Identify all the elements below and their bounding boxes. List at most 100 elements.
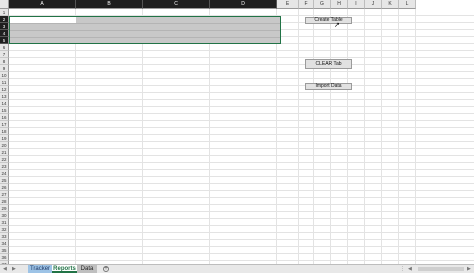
gridline-horizontal [9, 113, 474, 114]
selected-row-divider [10, 37, 280, 38]
gridline-horizontal [9, 148, 474, 149]
row-header-35[interactable]: 35 [0, 247, 9, 254]
column-header-e[interactable]: E [277, 0, 299, 9]
column-header-h[interactable]: H [331, 0, 348, 9]
row-header-33[interactable]: 33 [0, 233, 9, 240]
column-header-a[interactable]: A [9, 0, 76, 9]
gridline-horizontal [9, 176, 474, 177]
row-header-10[interactable]: 10 [0, 72, 9, 79]
create-table-button[interactable]: Create Table [305, 17, 352, 24]
gridline-horizontal [9, 190, 474, 191]
worksheet[interactable]: ABCDEFGHIJKL 1 2 3 4 5 6 7 8 9 10 11 12 13 14 15 16 17 18… [0, 0, 474, 264]
gridline-horizontal [9, 64, 474, 65]
column-header-b[interactable]: B [76, 0, 143, 9]
column-header-f[interactable]: F [299, 0, 314, 9]
next-sheet-arrow-icon[interactable]: ▶ [12, 265, 16, 273]
gridline-horizontal [9, 57, 474, 58]
gridline-horizontal [9, 260, 474, 261]
row-header-28[interactable]: 28 [0, 198, 9, 205]
gridline-horizontal [9, 120, 474, 121]
row-header-26[interactable]: 26 [0, 184, 9, 191]
row-header-18[interactable]: 18 [0, 128, 9, 135]
row-header-24[interactable]: 24 [0, 170, 9, 177]
row-header-30[interactable]: 30 [0, 212, 9, 219]
gridline-horizontal [9, 162, 474, 163]
gridline-horizontal [9, 246, 474, 247]
row-header-20[interactable]: 20 [0, 142, 9, 149]
gridline-horizontal [9, 71, 474, 72]
active-cell[interactable] [10, 17, 76, 23]
row-header-4[interactable]: 4 [0, 30, 9, 37]
selected-row-divider [10, 30, 280, 31]
gridline-horizontal [9, 211, 474, 212]
row-header-19[interactable]: 19 [0, 135, 9, 142]
column-header-d[interactable]: D [210, 0, 277, 9]
tab-data[interactable]: Data [77, 265, 97, 273]
gridline-horizontal [9, 218, 474, 219]
row-header-15[interactable]: 15 [0, 107, 9, 114]
clear-tab-button[interactable]: CLEAR Tab [305, 59, 352, 69]
row-header-5[interactable]: 5 [0, 37, 9, 44]
gridline-horizontal [9, 253, 474, 254]
gridline-horizontal [9, 183, 474, 184]
scroll-right-arrow-icon[interactable]: ▶ [467, 265, 471, 273]
gridline-horizontal [9, 169, 474, 170]
column-header-k[interactable]: K [382, 0, 399, 9]
row-header-25[interactable]: 25 [0, 177, 9, 184]
tab-reports[interactable]: Reports [52, 265, 77, 273]
gridline-horizontal [9, 232, 474, 233]
gridline-horizontal [9, 127, 474, 128]
gridline-horizontal [9, 92, 474, 93]
column-header-g[interactable]: G [314, 0, 331, 9]
import-data-button[interactable]: Import Data [305, 83, 352, 90]
gridline-horizontal [9, 134, 474, 135]
column-header-l[interactable]: L [399, 0, 416, 9]
sheet-tab-bar: ◀ ▶ Tracker Reports Data + ⋮ ◀ ▶ [0, 264, 474, 273]
add-sheet-icon[interactable]: + [103, 266, 109, 272]
tab-split-handle[interactable]: ⋮ [400, 265, 405, 273]
row-header-1[interactable]: 1 [0, 9, 9, 16]
prev-sheet-arrow-icon[interactable]: ◀ [3, 265, 7, 273]
row-header-23[interactable]: 23 [0, 163, 9, 170]
row-header-6[interactable]: 6 [0, 44, 9, 51]
gridline-horizontal [9, 204, 474, 205]
gridline-horizontal [9, 106, 474, 107]
horizontal-scrollbar[interactable] [418, 267, 464, 271]
gridline-horizontal [9, 155, 474, 156]
gridline-horizontal [9, 85, 474, 86]
row-header-29[interactable]: 29 [0, 205, 9, 212]
row-header-2[interactable]: 2 [0, 16, 9, 23]
gridline-horizontal [9, 141, 474, 142]
row-header-21[interactable]: 21 [0, 149, 9, 156]
row-header-12[interactable]: 12 [0, 86, 9, 93]
column-header-i[interactable]: I [348, 0, 365, 9]
row-header-16[interactable]: 16 [0, 114, 9, 121]
gridline-horizontal [9, 99, 474, 100]
gridline-horizontal [9, 78, 474, 79]
row-header-22[interactable]: 22 [0, 156, 9, 163]
selected-row-divider [10, 23, 280, 24]
row-header-13[interactable]: 13 [0, 93, 9, 100]
row-header-14[interactable]: 14 [0, 100, 9, 107]
gridline-horizontal [9, 239, 474, 240]
column-header-j[interactable]: J [365, 0, 382, 9]
tab-tracker[interactable]: Tracker [28, 265, 52, 273]
row-header-34[interactable]: 34 [0, 240, 9, 247]
select-all-corner[interactable] [0, 0, 9, 9]
row-header-36[interactable]: 36 [0, 254, 9, 261]
column-header-c[interactable]: C [143, 0, 210, 9]
gridline-horizontal [9, 197, 474, 198]
row-header-31[interactable]: 31 [0, 219, 9, 226]
cursor-icon: ↗ [334, 22, 340, 29]
row-header-27[interactable]: 27 [0, 191, 9, 198]
gridline-horizontal [9, 50, 474, 51]
gridline-horizontal [9, 225, 474, 226]
row-header-8[interactable]: 8 [0, 58, 9, 65]
row-header-3[interactable]: 3 [0, 23, 9, 30]
row-header-32[interactable]: 32 [0, 226, 9, 233]
row-header-11[interactable]: 11 [0, 79, 9, 86]
row-header-7[interactable]: 7 [0, 51, 9, 58]
scroll-left-arrow-icon[interactable]: ◀ [408, 265, 412, 273]
row-header-9[interactable]: 9 [0, 65, 9, 72]
row-header-17[interactable]: 17 [0, 121, 9, 128]
